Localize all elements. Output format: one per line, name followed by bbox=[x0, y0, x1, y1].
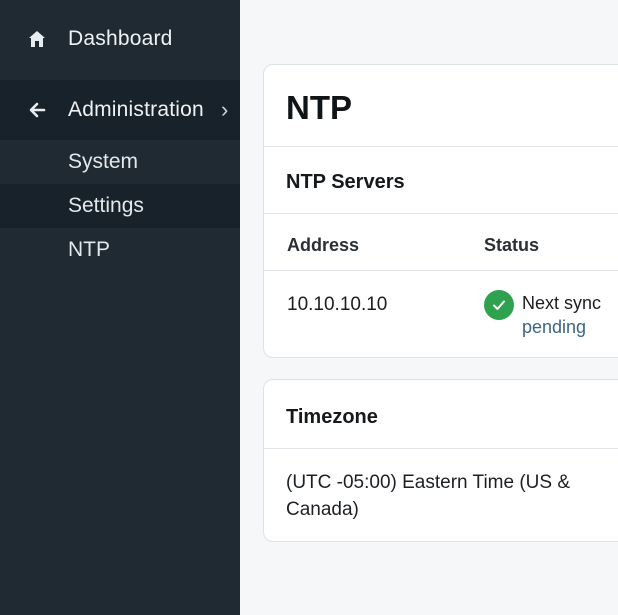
sidebar-item-system[interactable]: System bbox=[0, 140, 240, 184]
sidebar-item-label: Dashboard bbox=[68, 27, 173, 50]
chevron-right-icon: › bbox=[221, 97, 229, 122]
column-header-status: Status bbox=[484, 235, 540, 255]
divider bbox=[264, 270, 618, 271]
ntp-servers-heading: NTP Servers bbox=[286, 171, 405, 193]
home-icon bbox=[26, 28, 48, 50]
sidebar-item-label: Administration bbox=[68, 98, 204, 121]
ntp-card: NTP NTP Servers Address Status 10.10.10.… bbox=[263, 64, 618, 358]
sidebar-item-settings[interactable]: Settings bbox=[0, 184, 240, 228]
page-title: NTP bbox=[286, 89, 352, 126]
ntp-server-address: 10.10.10.10 bbox=[287, 294, 388, 315]
check-circle-icon bbox=[484, 290, 514, 320]
timezone-value: (UTC -05:00) Eastern Time (US & Canada) bbox=[286, 472, 571, 520]
sidebar-item-dashboard[interactable]: Dashboard bbox=[0, 0, 240, 78]
divider bbox=[264, 448, 618, 449]
status-badge: Next sync pending bbox=[522, 291, 601, 339]
divider bbox=[264, 146, 618, 147]
back-arrow-icon[interactable] bbox=[26, 99, 48, 121]
status-label: Next sync bbox=[522, 293, 602, 313]
sidebar-item-ntp[interactable]: NTP bbox=[0, 228, 240, 272]
sidebar-item-administration[interactable]: Administration › bbox=[0, 80, 240, 140]
column-header-address: Address bbox=[287, 235, 360, 255]
main-content: NTP NTP Servers Address Status 10.10.10.… bbox=[240, 0, 618, 615]
timezone-heading: Timezone bbox=[286, 406, 378, 428]
timezone-card: Timezone (UTC -05:00) Eastern Time (US &… bbox=[263, 379, 618, 542]
sidebar: Dashboard Administration › System Settin… bbox=[0, 0, 240, 615]
divider bbox=[264, 213, 618, 214]
status-detail: pending bbox=[522, 317, 587, 337]
